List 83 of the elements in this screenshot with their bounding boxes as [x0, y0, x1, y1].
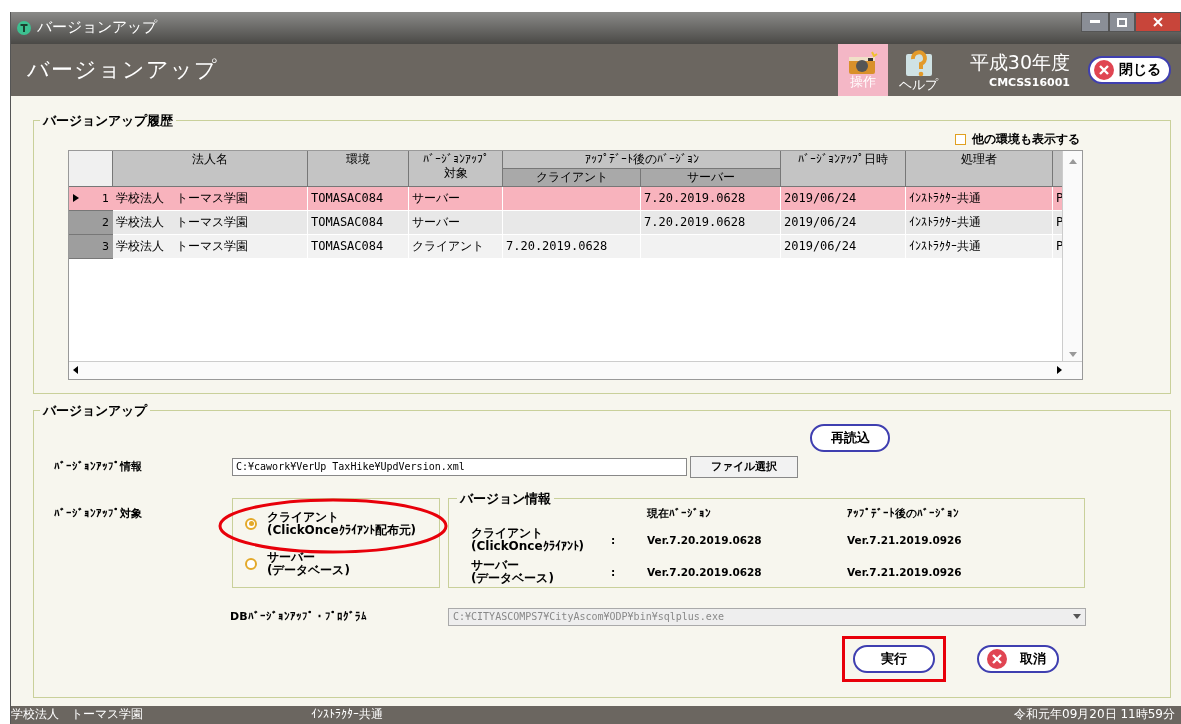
checkbox[interactable] — [955, 134, 966, 146]
status-text: 学校法人 トーマス学園 — [11, 706, 144, 724]
radio-button[interactable] — [245, 517, 257, 530]
table-cell: 学校法人 トーマス学園 — [113, 186, 308, 211]
table-cell: ｲﾝｽﾄﾗｸﾀｰ共通 — [906, 234, 1053, 259]
table-cell: TOMASAC084 — [308, 186, 409, 211]
current-version: Ver.7.20.2019.0628 — [647, 533, 763, 546]
table-cell: TOMASAC084 — [308, 210, 409, 235]
file-path-field[interactable]: C:¥cawork¥VerUp_TaxHike¥UpdVersion.xml — [232, 457, 687, 476]
close-icon — [1093, 58, 1115, 81]
maximize-icon — [1117, 17, 1127, 27]
screen-title: バージョンアップ — [27, 55, 218, 84]
panel-legend: バージョン情報 — [457, 489, 554, 508]
header-text: 対象 — [443, 165, 468, 180]
separator-text: : — [611, 565, 617, 578]
close-button[interactable] — [1135, 12, 1181, 32]
scroll-left-icon — [73, 366, 78, 375]
table-cell: 7.20.2019.0628 — [503, 234, 641, 259]
cancel-button[interactable]: 取消 — [977, 644, 1059, 673]
table-cell: 7.20.2019.0628 — [641, 210, 781, 235]
status-text: 令和元年09月20日 11時59分 — [1014, 706, 1175, 724]
app-logo-icon — [17, 20, 31, 35]
minimize-button[interactable] — [1081, 12, 1109, 32]
fiscal-year: 平成30年度 — [969, 50, 1070, 76]
table-cell: ｲﾝｽﾄﾗｸﾀｰ共通 — [906, 186, 1053, 211]
table-cell: 2019/06/24 — [781, 210, 906, 235]
scroll-right-icon — [1057, 366, 1062, 375]
corner-cell — [69, 150, 113, 187]
field-label: ﾊﾞｰｼﾞｮﾝｱｯﾌﾟ対象 — [54, 505, 143, 521]
table-cell: TOMASAC084 — [308, 234, 409, 259]
version-row-label: サーバー (データベース) — [471, 558, 555, 585]
horizontal-scrollbar[interactable] — [69, 360, 1082, 379]
table-cell: 2019/06/24 — [781, 234, 906, 259]
status-text: ｲﾝｽﾄﾗｸﾀｰ共通 — [311, 706, 384, 724]
table-cell: 学校法人 トーマス学園 — [113, 234, 308, 259]
group-legend: バージョンアップ履歴 — [40, 111, 176, 130]
separator-text: : — [611, 533, 617, 546]
window-title: バージョンアップ — [37, 18, 157, 38]
dropdown-arrow-icon — [1073, 614, 1081, 620]
group-legend: バージョンアップ — [40, 401, 150, 420]
table-cell: サーバー — [409, 186, 503, 211]
reload-button[interactable]: 再読込 — [810, 423, 890, 452]
table-cell: サーバー — [409, 210, 503, 235]
column-header: ｱｯﾌﾟﾃﾞｰﾄ後のﾊﾞｰｼﾞｮﾝ — [847, 506, 960, 521]
screen-id: CMCSS16001 — [989, 76, 1070, 90]
column-header: ｱｯﾌﾟﾃﾞｰﾄ後のﾊﾞｰｼﾞｮﾝ — [503, 150, 781, 169]
radio-option[interactable]: サーバー (データベース) — [245, 550, 427, 577]
close-icon — [985, 647, 1008, 670]
file-select-button[interactable]: ファイル選択 — [690, 455, 798, 478]
version-row-label: クライアント (ClickOnceｸﾗｲｱﾝﾄ) — [471, 526, 586, 553]
column-header: 現在ﾊﾞｰｼﾞｮﾝ — [647, 506, 712, 521]
table-cell: ｲﾝｽﾄﾗｸﾀｰ共通 — [906, 210, 1053, 235]
scroll-down-icon — [1068, 351, 1077, 357]
help-icon — [903, 47, 934, 78]
table-cell: 2019/06/24 — [781, 186, 906, 211]
updated-version: Ver.7.21.2019.0926 — [847, 565, 963, 578]
column-header: 環境 — [308, 150, 409, 187]
field-label: DBﾊﾞｰｼﾞｮﾝｱｯﾌﾟ・ﾌﾟﾛｸﾞﾗﾑ — [230, 610, 368, 624]
maximize-button[interactable] — [1109, 12, 1135, 32]
radio-button[interactable] — [245, 557, 257, 570]
toolbar-button[interactable]: ヘルプ — [893, 43, 944, 96]
column-header: 処理者 — [906, 150, 1053, 187]
execute-button[interactable]: 実行 — [853, 644, 935, 673]
row-header[interactable]: 3 — [69, 234, 113, 259]
column-header: ﾊﾞｰｼﾞｮﾝｱｯﾌﾟ日時 — [781, 150, 906, 187]
close-icon — [1153, 17, 1163, 27]
vertical-scrollbar[interactable] — [1062, 150, 1082, 361]
table-cell: クライアント — [409, 234, 503, 259]
header-text: ﾊﾞｰｼﾞｮﾝｱｯﾌﾟ — [422, 151, 489, 166]
row-header[interactable]: 1 — [69, 186, 113, 211]
checkbox-label: 他の環境も表示する — [972, 131, 1080, 149]
scroll-up-icon — [1068, 158, 1077, 164]
table-cell: 学校法人 トーマス学園 — [113, 210, 308, 235]
updated-version: Ver.7.21.2019.0926 — [847, 533, 963, 546]
minimize-icon — [1090, 20, 1100, 24]
close-screen-button[interactable]: 閉じる — [1088, 55, 1171, 84]
current-version: Ver.7.20.2019.0628 — [647, 565, 763, 578]
table-cell: 7.20.2019.0628 — [641, 186, 781, 211]
current-row-icon — [73, 194, 79, 203]
field-label: ﾊﾞｰｼﾞｮﾝｱｯﾌﾟ情報 — [54, 459, 143, 475]
row-header[interactable]: 2 — [69, 210, 113, 235]
column-header: 法人名 — [113, 150, 308, 187]
camera-icon — [847, 50, 878, 75]
